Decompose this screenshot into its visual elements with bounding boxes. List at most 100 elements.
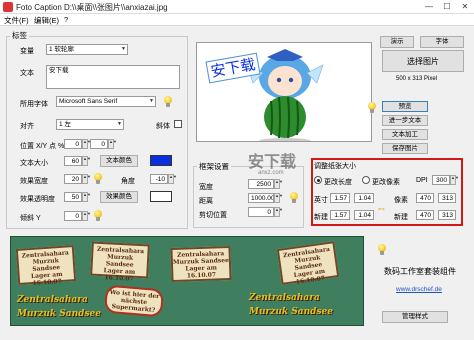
title-bar: Foto Caption D:\\桌面\\张图片\\anxiazai.jpg —…: [0, 0, 474, 14]
menu-bar: 文件(F) 编辑(E) ?: [0, 14, 474, 26]
font-label: 所用字体: [20, 101, 48, 108]
mode-length-radio[interactable]: [314, 176, 322, 184]
style-sample-1[interactable]: Zentralsahara Murzuk Sandsee Lager am 16.1…: [15, 245, 77, 287]
menu-edit[interactable]: 编辑(E): [34, 15, 59, 26]
font-button[interactable]: 字体: [420, 36, 464, 48]
watermark-text: 安下载: [248, 152, 297, 171]
font-value: Microsoft Sans Serif: [59, 98, 118, 105]
align-label: 对齐: [20, 123, 34, 130]
frame-width-spinner[interactable]: ▲▼: [274, 179, 283, 189]
style-gallery[interactable]: Zentralsahara Murzuk Sandsee Lager am 16.1…: [10, 236, 364, 326]
pos-y-spinner[interactable]: ▲▼: [108, 139, 117, 149]
size-spinner[interactable]: ▲▼: [82, 156, 91, 166]
inch-width-input[interactable]: 1.57: [330, 193, 350, 203]
image-preview[interactable]: 安下载: [196, 42, 372, 142]
effect-opacity-input[interactable]: 50: [64, 192, 82, 202]
frame-distance-spinner[interactable]: ▲▼: [274, 193, 283, 203]
select-image-button[interactable]: 选择图片: [382, 50, 464, 72]
pixel-label: 像素: [394, 197, 408, 204]
style-sample-4[interactable]: Zentralsahara Murzuk Sandsee Lager am 16.1…: [276, 241, 340, 286]
mode-pixel-radio[interactable]: [362, 176, 370, 184]
effect-color-button[interactable]: 效果颜色: [100, 191, 138, 203]
effect-width-input[interactable]: 20: [64, 174, 82, 184]
style-text-2[interactable]: Murzuk Sandsee: [17, 309, 101, 319]
mode-pixel-label: 更改像素: [372, 179, 400, 186]
tilt-input[interactable]: 0: [64, 211, 82, 221]
convert-arrows-icon[interactable]: ⇔: [376, 203, 387, 215]
next-text-button[interactable]: 进一步文本: [382, 115, 428, 126]
font-select[interactable]: Microsoft Sans Serif ▼: [56, 96, 156, 107]
variable-select[interactable]: 1 软轮廓 ▼: [46, 44, 128, 55]
text-color-swatch[interactable]: [150, 155, 172, 166]
bulb-icon[interactable]: [368, 102, 376, 114]
align-value: 1 左: [59, 121, 71, 128]
menu-help[interactable]: ?: [64, 15, 68, 24]
style-sample-3[interactable]: Zentralsahara Murzuk Sandsee Lager am 16.1…: [170, 245, 232, 283]
minimize-button[interactable]: —: [420, 0, 438, 13]
new-pixel-label: 新建: [394, 214, 408, 221]
angle-input[interactable]: -10: [150, 174, 168, 184]
text-label: 文本: [20, 70, 34, 77]
bulb-icon[interactable]: [164, 96, 172, 108]
bulb-icon[interactable]: [94, 210, 102, 222]
save-image-button[interactable]: 保存图片: [382, 143, 428, 154]
pos-x-input[interactable]: 0: [64, 139, 82, 149]
new-inch-label: 新建: [314, 214, 328, 221]
new-inch-width-input[interactable]: 1.57: [330, 210, 350, 220]
italic-label: 斜体: [156, 123, 170, 130]
italic-checkbox[interactable]: [174, 120, 182, 128]
effect-opacity-label: 效果透明度: [20, 196, 55, 203]
inch-height-input[interactable]: 1.04: [354, 193, 374, 203]
website-link[interactable]: www.drschef.de: [396, 286, 442, 293]
style-text-1[interactable]: Zentralsahara: [17, 295, 88, 305]
align-select[interactable]: 1 左 ▼: [56, 119, 124, 130]
style-sample-2[interactable]: Zentralsahara Murzuk Sandsee Lager am 16.1…: [90, 241, 150, 283]
watermark-sub: anxz.com: [258, 170, 284, 176]
angle-spinner[interactable]: ▲▼: [168, 174, 177, 184]
chevron-down-icon: ▼: [121, 46, 126, 52]
new-pixel-width-input[interactable]: 470: [416, 210, 434, 220]
inch-label: 英寸: [314, 197, 328, 204]
frame-width-input[interactable]: 2500: [248, 179, 274, 189]
close-button[interactable]: ✕: [456, 0, 474, 13]
app-icon: [3, 2, 13, 12]
menu-file[interactable]: 文件(F): [4, 15, 29, 26]
resize-group-title: 调整纸张大小: [314, 163, 356, 170]
dpi-spinner[interactable]: ▲▼: [450, 175, 459, 185]
text-process-button[interactable]: 文本加工: [382, 129, 428, 140]
frame-distance-input[interactable]: 1000.00: [248, 193, 274, 203]
style-sample-5[interactable]: Wo ist hier der nächste Supermarkt?: [103, 284, 165, 318]
size-input[interactable]: 60: [64, 156, 82, 166]
pixel-width-input[interactable]: 470: [416, 193, 434, 203]
new-inch-height-input[interactable]: 1.04: [354, 210, 374, 220]
manage-styles-button[interactable]: 管理样式: [382, 311, 448, 323]
image-size-text: 500 x 313 Pixel: [396, 76, 438, 82]
demo-button[interactable]: 演示: [380, 36, 414, 48]
style-text-3[interactable]: Zentralsahara: [249, 293, 320, 303]
crop-input[interactable]: 0: [248, 207, 274, 217]
style-text-4[interactable]: Murzuk Sandsee: [249, 307, 333, 317]
effect-color-swatch[interactable]: [150, 191, 172, 202]
size-label: 文本大小: [20, 160, 48, 167]
pixel-height-input[interactable]: 313: [438, 193, 456, 203]
pos-y-input[interactable]: 0: [90, 139, 108, 149]
text-input[interactable]: 安下载: [46, 65, 180, 89]
effect-opacity-spinner[interactable]: ▲▼: [82, 192, 91, 202]
tilt-spinner[interactable]: ▲▼: [82, 211, 91, 221]
window-title: Foto Caption D:\\桌面\\张图片\\anxiazai.jpg: [16, 3, 168, 12]
new-pixel-height-input[interactable]: 313: [438, 210, 456, 220]
mode-length-label: 更改长度: [324, 179, 352, 186]
text-color-button[interactable]: 文本颜色: [100, 155, 138, 167]
bulb-icon[interactable]: [290, 192, 298, 204]
bulb-icon[interactable]: [94, 173, 102, 185]
effect-width-label: 效果宽度: [20, 178, 48, 185]
maximize-button[interactable]: ☐: [438, 0, 456, 13]
pos-x-spinner[interactable]: ▲▼: [82, 139, 91, 149]
effect-width-spinner[interactable]: ▲▼: [82, 174, 91, 184]
frame-group-title: 框架设置: [197, 161, 231, 172]
crop-spinner[interactable]: ▲▼: [274, 207, 283, 217]
dpi-label: DPI: [416, 177, 428, 184]
bulb-icon[interactable]: [378, 244, 386, 256]
preview-button[interactable]: 预览: [382, 101, 428, 112]
dpi-input[interactable]: 300: [432, 175, 450, 185]
